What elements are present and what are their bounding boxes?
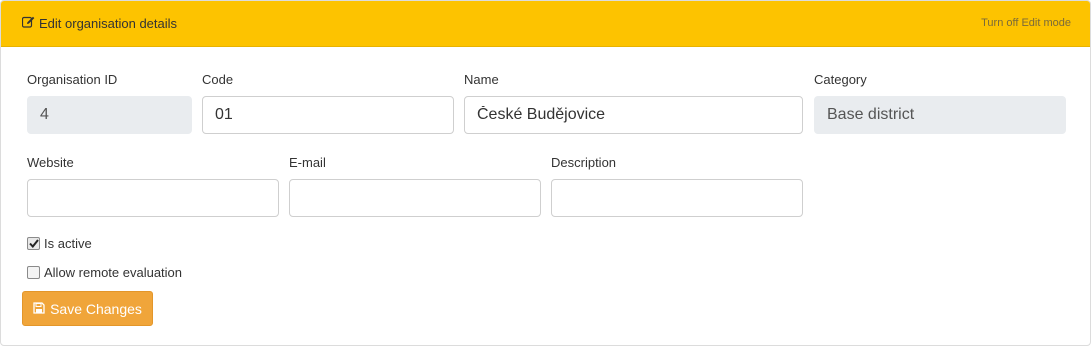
website-input[interactable] — [27, 179, 279, 217]
checkmark-icon — [28, 239, 39, 248]
email-label: E-mail — [289, 155, 326, 170]
org-id-field: 4 — [27, 96, 192, 134]
name-label: Name — [464, 72, 499, 87]
allow-remote-label: Allow remote evaluation — [44, 265, 183, 280]
edit-organisation-panel: Edit organisation details Turn off Edit … — [0, 0, 1091, 346]
turn-off-edit-mode-link[interactable]: Turn off Edit mode — [981, 17, 1071, 29]
allow-remote-checkbox[interactable] — [27, 266, 40, 279]
email-input[interactable] — [289, 179, 541, 217]
website-label: Website — [27, 155, 74, 170]
org-id-label: Organisation ID — [27, 72, 118, 87]
allow-remote-row: Allow remote evaluation — [27, 265, 182, 280]
description-input[interactable] — [551, 179, 803, 217]
save-changes-label: Save Changes — [50, 300, 142, 317]
panel-title-text: Edit organisation details — [39, 16, 178, 31]
save-icon — [33, 301, 50, 317]
code-input[interactable] — [202, 96, 454, 134]
panel-header: Edit organisation details Turn off Edit … — [1, 1, 1090, 47]
is-active-label: Is active — [44, 236, 92, 251]
is-active-row: Is active — [27, 236, 92, 251]
edit-icon — [21, 16, 39, 31]
save-changes-button[interactable]: Save Changes — [22, 291, 153, 326]
description-label: Description — [551, 155, 617, 170]
name-input[interactable] — [464, 96, 803, 134]
category-label: Category — [814, 72, 867, 87]
category-field: Base district — [814, 96, 1066, 134]
panel-title: Edit organisation details — [21, 16, 178, 31]
is-active-checkbox[interactable] — [27, 237, 40, 250]
code-label: Code — [202, 72, 234, 87]
